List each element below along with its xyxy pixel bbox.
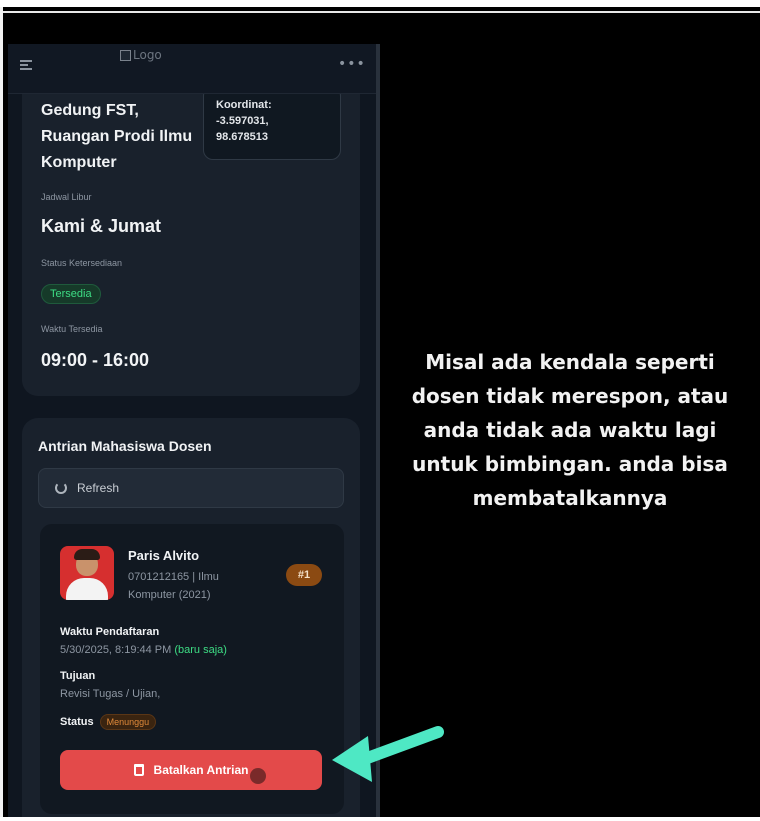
pointer-arrow-icon: [332, 726, 444, 782]
lecturer-info-card: Gedung FST, Ruangan Prodi Ilmu Komputer …: [22, 74, 360, 396]
holiday-label: Jadwal Libur: [41, 192, 92, 202]
purpose-value: Revisi Tugas / Ujian,: [60, 688, 161, 700]
holiday-value: Kami & Jumat: [41, 216, 162, 236]
queue-entry-card: Paris Alvito 0701212165 | Ilmu Komputer …: [40, 524, 344, 814]
coordinate-box: Koordinat: -3.597031, 98.678513: [203, 86, 341, 160]
tutorial-caption: Misal ada kendala seperti dosen tidak me…: [411, 350, 729, 510]
time-value: 09:00 - 16:00: [41, 350, 150, 370]
hamburger-menu-icon[interactable]: [20, 60, 32, 70]
logo: Logo: [120, 48, 162, 62]
coordinate-lat: -3.597031,: [216, 115, 269, 127]
frame-top-line: [0, 11, 760, 13]
availability-label: Status Ketersediaan: [41, 258, 123, 268]
coordinate-label: Koordinat:: [216, 99, 272, 111]
student-meta: 0701212165 | Ilmu Komputer (2021): [128, 571, 219, 601]
refresh-label: Refresh: [77, 481, 120, 495]
time-label: Waktu Tersedia: [41, 324, 103, 334]
status-label: Status: [60, 716, 94, 728]
refresh-icon: [55, 482, 67, 494]
frame-left-border: [0, 7, 3, 821]
refresh-button[interactable]: Refresh: [38, 468, 344, 508]
frame-top-border: [0, 0, 760, 7]
student-name: Paris Alvito: [128, 548, 200, 563]
queue-number-badge: #1: [286, 564, 322, 586]
status-row: Status Menunggu: [60, 714, 157, 730]
status-badge: Menunggu: [99, 714, 157, 730]
location-text: Gedung FST, Ruangan Prodi Ilmu Komputer: [41, 102, 193, 171]
trash-icon: [133, 764, 144, 776]
phone-screen: Gedung FST, Ruangan Prodi Ilmu Komputer …: [8, 44, 380, 821]
registered-label: Waktu Pendaftaran: [60, 626, 160, 638]
avatar: [60, 546, 114, 600]
queue-title: Antrian Mahasiswa Dosen: [38, 438, 212, 454]
touch-indicator: [250, 768, 266, 784]
queue-card-container: Antrian Mahasiswa Dosen Refresh Paris Al…: [22, 418, 360, 821]
coordinate-lng: 98.678513: [216, 131, 268, 143]
broken-image-icon: [120, 49, 131, 61]
registered-value: 5/30/2025, 8:19:44 PM: [60, 644, 172, 656]
frame-bottom-border: [0, 817, 760, 821]
availability-badge: Tersedia: [41, 284, 101, 304]
cancel-queue-button[interactable]: Batalkan Antrian: [60, 750, 322, 790]
app-topbar: Logo •••: [8, 44, 376, 94]
purpose-label: Tujuan: [60, 670, 96, 682]
cancel-label: Batalkan Antrian: [153, 763, 249, 777]
logo-alt-text: Logo: [133, 48, 162, 62]
more-options-icon[interactable]: •••: [338, 56, 366, 72]
registered-value-row: 5/30/2025, 8:19:44 PM (baru saja): [60, 644, 227, 656]
registered-ago: (baru saja): [174, 644, 227, 656]
